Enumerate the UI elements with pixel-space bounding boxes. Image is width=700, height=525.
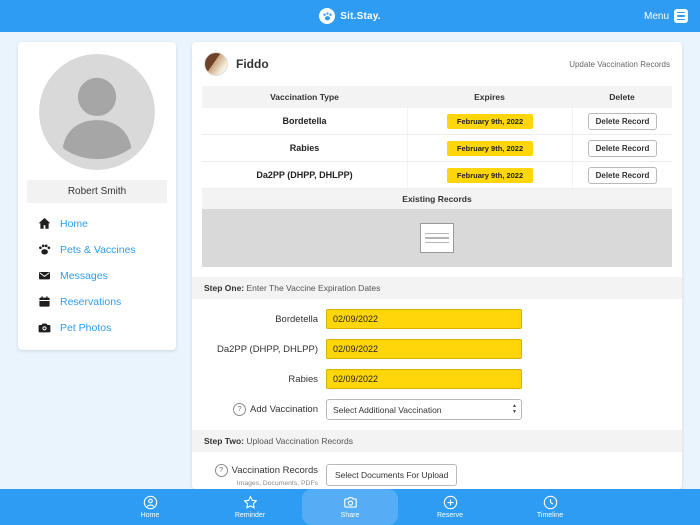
step-one-subtitle: Enter The Vaccine Expiration Dates: [244, 283, 381, 293]
upload-label-group: ? Vaccination Records Images, Documents,…: [192, 464, 318, 489]
rabies-date-input[interactable]: [326, 369, 522, 389]
bordetella-date-input[interactable]: [326, 309, 522, 329]
bottom-nav: Home Reminder Share Reserve Timeline: [0, 489, 700, 525]
star-icon: [242, 495, 258, 510]
upload-row: ? Vaccination Records Images, Documents,…: [192, 464, 682, 489]
expires-badge: February 9th, 2022: [446, 140, 534, 156]
bottom-nav-share[interactable]: Share: [302, 489, 398, 525]
step-two-title: Step Two:: [204, 436, 244, 446]
vaccine-type: Da2PP (DHPP, DHLPP): [256, 170, 353, 180]
delete-record-button[interactable]: Delete Record: [587, 139, 658, 157]
existing-record-thumbnail[interactable]: [420, 223, 454, 253]
delete-record-button[interactable]: Delete Record: [587, 166, 658, 184]
bottom-nav-label: Reminder: [234, 512, 266, 519]
sidebar-item-label: Reservations: [60, 295, 122, 308]
da2pp-label: Da2PP (DHPP, DHLPP): [216, 343, 318, 355]
sidebar: Robert Smith Home Pets & Vaccines Messag…: [18, 42, 176, 350]
sidebar-item-label: Home: [60, 217, 89, 230]
add-vaccination-select[interactable]: Select Additional Vaccination: [326, 399, 522, 420]
table-row: Rabies February 9th, 2022 Delete Record: [202, 135, 672, 162]
update-vaccination-records-label: Update Vaccination Records: [569, 59, 670, 69]
brand: Sit.Stay.: [319, 8, 381, 24]
sidebar-item-label: Messages: [60, 269, 108, 282]
camera-icon: [343, 495, 358, 510]
sidebar-item-messages[interactable]: Messages: [38, 269, 176, 282]
bottom-nav-reminder[interactable]: Reminder: [220, 489, 280, 525]
expiration-form: Bordetella Da2PP (DHPP, DHLPP) Rabies ? …: [192, 299, 682, 420]
bottom-nav-label: Reserve: [436, 512, 464, 519]
pet-header: Fiddo Update Vaccination Records: [192, 42, 682, 84]
sidebar-item-reservations[interactable]: Reservations: [38, 295, 176, 308]
step-one-title: Step One:: [204, 283, 245, 293]
avatar-wrap: [18, 42, 176, 170]
step-two-header: Step Two: Upload Vaccination Records: [192, 430, 682, 452]
help-icon[interactable]: ?: [214, 464, 228, 477]
vaccine-type: Rabies: [289, 143, 320, 153]
bordetella-label: Bordetella: [275, 313, 318, 325]
step-two-subtitle: Upload Vaccination Records: [243, 436, 353, 446]
form-row: Rabies: [192, 369, 672, 389]
delete-record-button[interactable]: Delete Record: [587, 112, 658, 130]
plus-icon: [443, 495, 458, 510]
top-bar: Sit.Stay. Menu: [0, 0, 700, 32]
clock-icon: [543, 495, 558, 510]
brand-name: Sit.Stay.: [340, 10, 381, 22]
form-row: Bordetella: [192, 309, 672, 329]
col-header-delete: Delete: [609, 92, 635, 102]
expires-badge: February 9th, 2022: [446, 113, 534, 129]
pet-name: Fiddo: [236, 57, 269, 71]
table-row: Da2PP (DHPP, DHLPP) February 9th, 2022 D…: [202, 162, 672, 189]
envelope-icon: [38, 269, 51, 282]
vaccination-table: Vaccination Type Expires Delete Bordetel…: [202, 86, 672, 267]
user-avatar-placeholder: [39, 54, 155, 170]
sidebar-item-pets-vaccines[interactable]: Pets & Vaccines: [38, 243, 176, 256]
table-header-row: Vaccination Type Expires Delete: [202, 86, 672, 108]
menu-label: Menu: [643, 10, 669, 22]
home-icon: [38, 217, 51, 230]
add-vaccination-select-wrap: Select Additional Vaccination ▲ ▼: [326, 399, 522, 420]
main-panel: Fiddo Update Vaccination Records Vaccina…: [192, 42, 682, 489]
sidebar-item-label: Pets & Vaccines: [60, 243, 136, 256]
add-vaccination-row: ? Add Vaccination Select Additional Vacc…: [192, 399, 672, 420]
bottom-nav-label: Home: [140, 512, 160, 519]
existing-records-header: Existing Records: [202, 189, 672, 209]
profile-icon: [143, 495, 158, 510]
select-documents-button[interactable]: Select Documents For Upload: [326, 464, 458, 486]
camera-icon: [38, 321, 51, 334]
add-vaccination-label: Add Vaccination: [250, 404, 318, 415]
bottom-nav-label: Share: [340, 512, 360, 519]
vaccine-type: Bordetella: [282, 116, 327, 126]
bottom-nav-home[interactable]: Home: [120, 489, 180, 525]
help-icon[interactable]: ?: [233, 403, 247, 416]
existing-records-area: [202, 209, 672, 267]
bottom-nav-label: Timeline: [536, 512, 564, 519]
rabies-label: Rabies: [288, 373, 318, 385]
upload-hint-line1: Images, Documents, PDFs: [236, 480, 318, 487]
pet-avatar: [204, 52, 228, 76]
add-vaccination-label-group: ? Add Vaccination: [192, 403, 318, 416]
sidebar-nav: Home Pets & Vaccines Messages Reservatio…: [18, 203, 176, 334]
table-row: Bordetella February 9th, 2022 Delete Rec…: [202, 108, 672, 135]
col-header-expires: Expires: [474, 92, 505, 102]
sidebar-item-pet-photos[interactable]: Pet Photos: [38, 321, 176, 334]
paw-icon: [38, 243, 51, 256]
col-header-vaccination-type: Vaccination Type: [270, 92, 339, 102]
user-name: Robert Smith: [27, 180, 167, 203]
bottom-nav-timeline[interactable]: Timeline: [520, 489, 580, 525]
hamburger-icon: [674, 9, 688, 23]
step-one-header: Step One: Enter The Vaccine Expiration D…: [192, 277, 682, 299]
paw-logo-icon: [319, 8, 336, 24]
app-screen: Sit.Stay. Menu Robert Smith Home Pets & …: [0, 0, 700, 525]
da2pp-date-input[interactable]: [326, 339, 522, 359]
menu-button[interactable]: Menu: [644, 0, 688, 32]
sidebar-item-home[interactable]: Home: [38, 217, 176, 230]
calendar-icon: [38, 295, 51, 308]
bottom-nav-reserve[interactable]: Reserve: [420, 489, 480, 525]
vaccination-records-label: Vaccination Records: [231, 465, 318, 476]
expires-badge: February 9th, 2022: [446, 167, 534, 183]
form-row: Da2PP (DHPP, DHLPP): [192, 339, 672, 359]
sidebar-item-label: Pet Photos: [60, 321, 112, 334]
